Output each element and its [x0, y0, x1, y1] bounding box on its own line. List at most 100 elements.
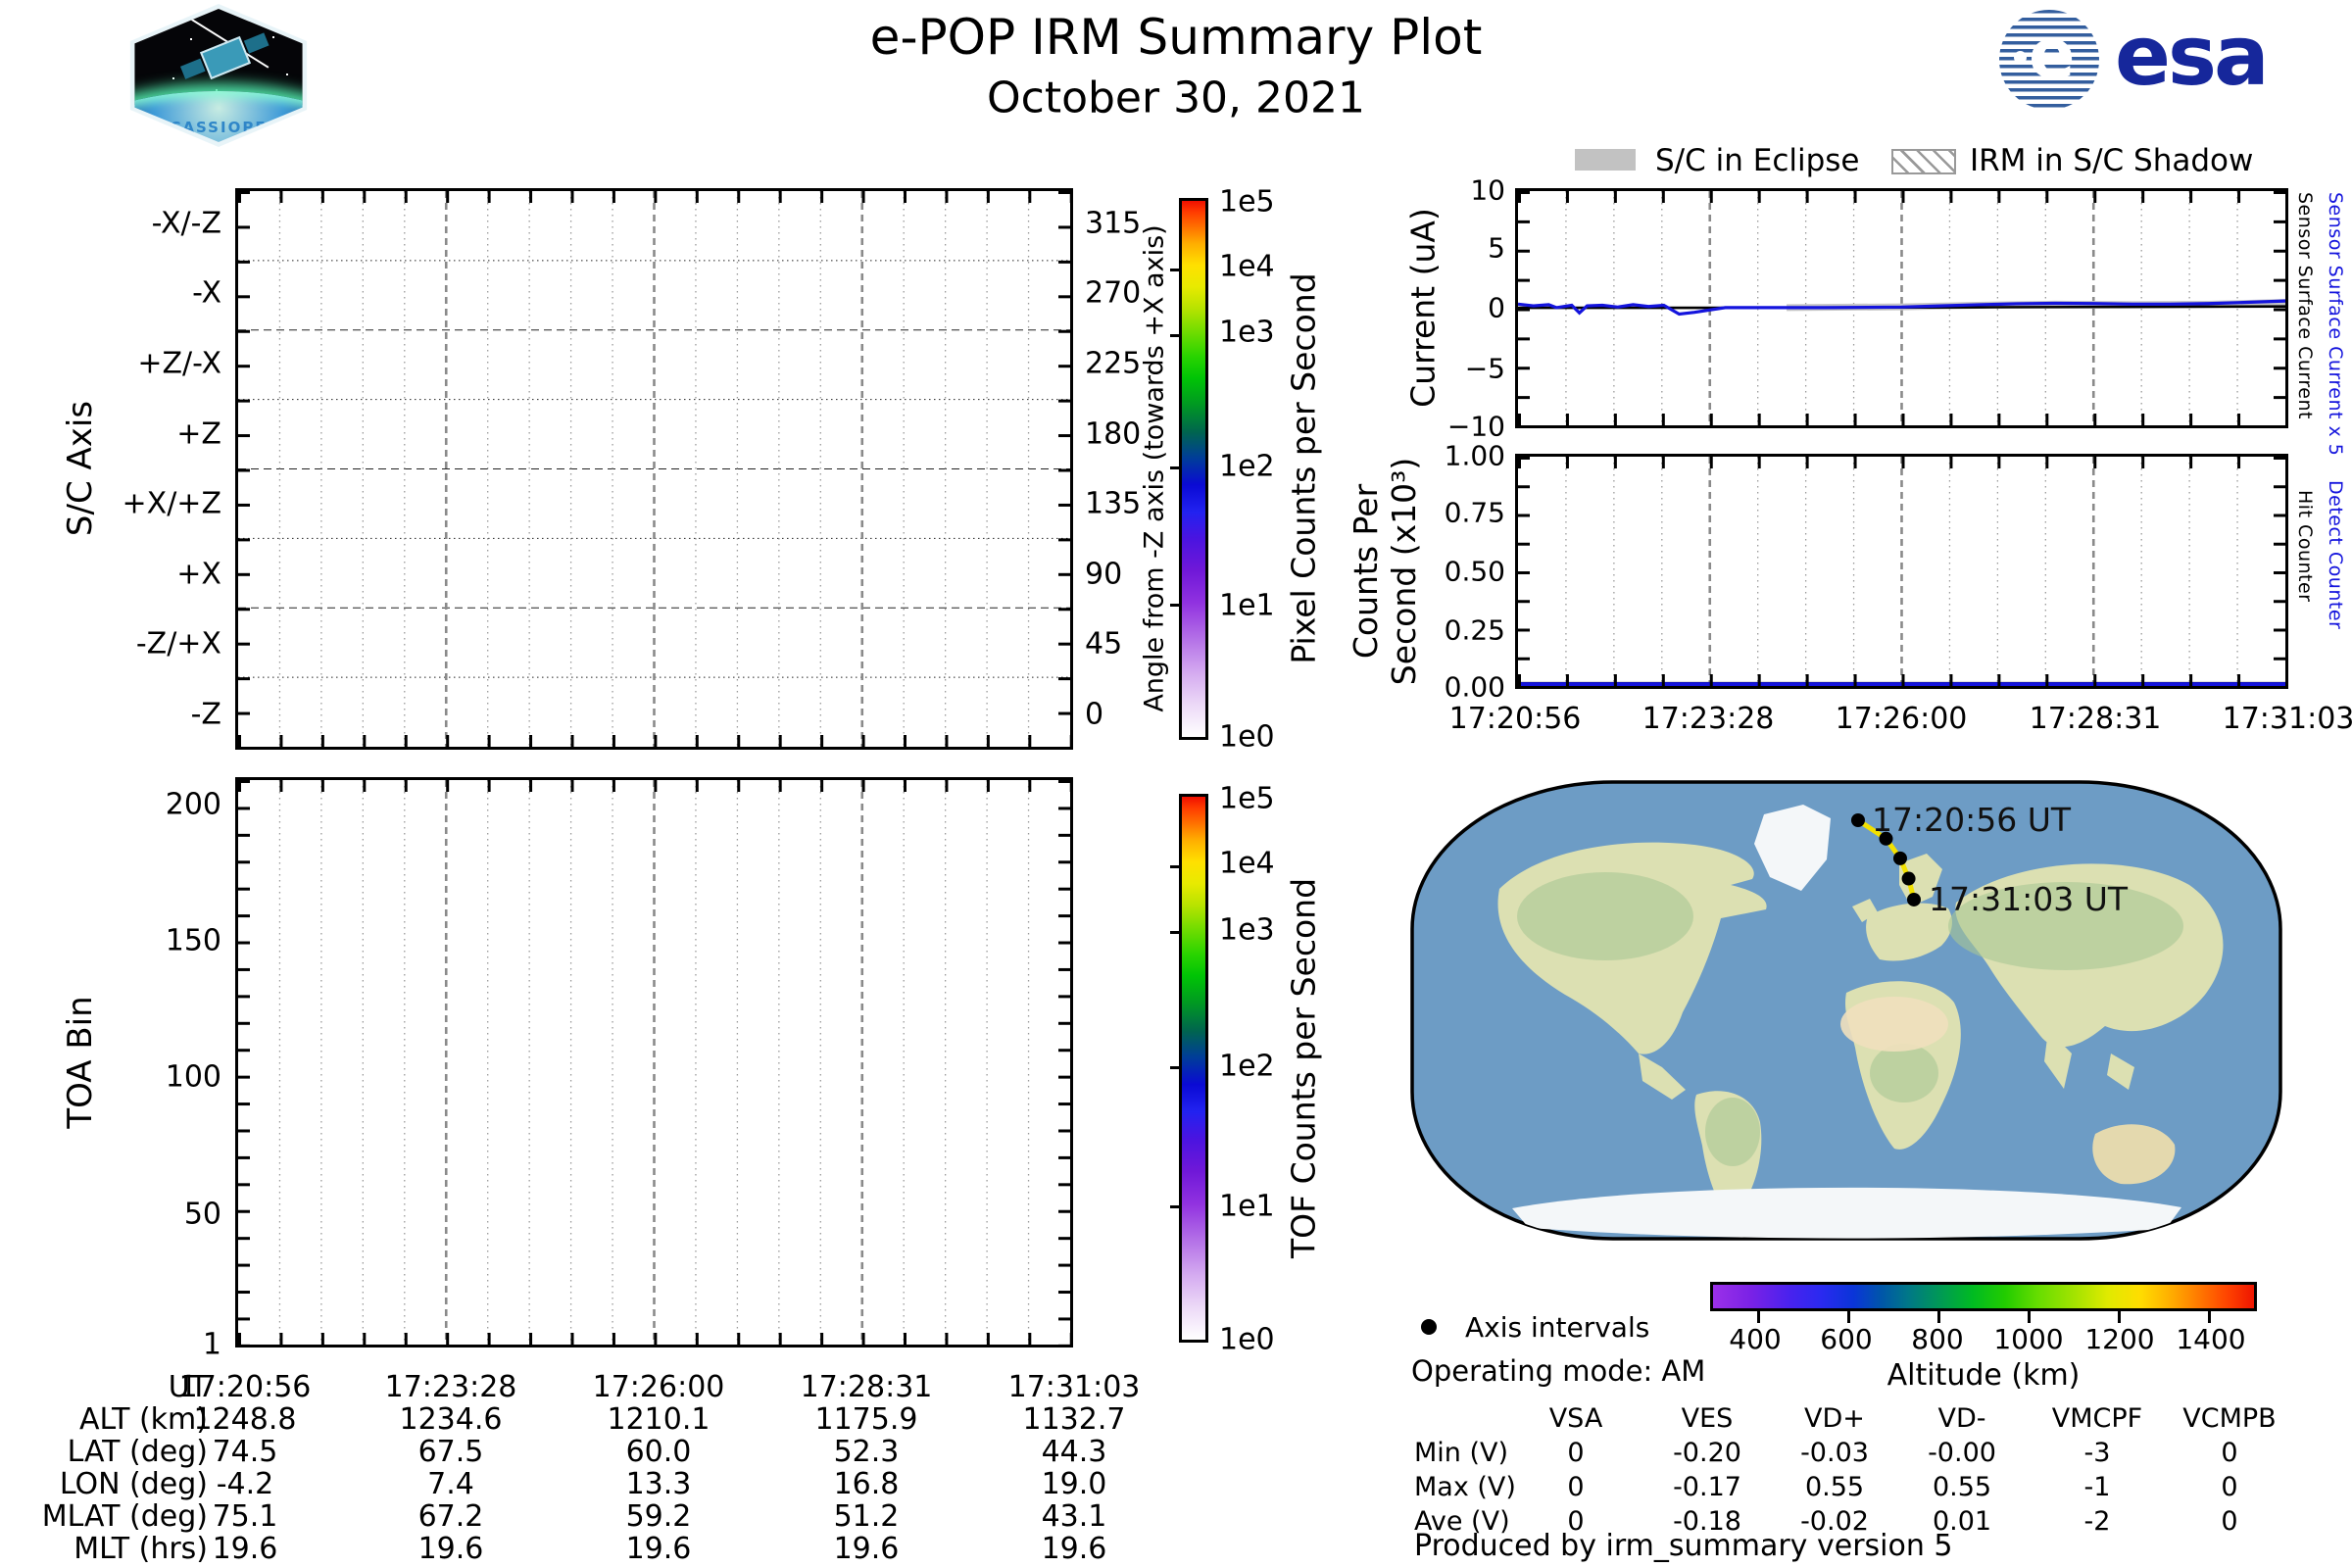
pixel-colorbar-label: Pixel Counts per Second — [1284, 272, 1323, 664]
eph-value: 1132.7 — [1022, 1402, 1126, 1437]
toa-ytick: 100 — [165, 1059, 221, 1095]
tof-cb-tick: 1e2 — [1219, 1049, 1275, 1084]
alt-tick — [2118, 1311, 2121, 1323]
counts-plot — [1518, 457, 2285, 686]
colorbar-tick — [1170, 864, 1182, 868]
current-ytick: 5 — [1488, 231, 1505, 265]
time-xtick: 17:31:03 — [2222, 702, 2352, 736]
voltage-header: VD- — [1937, 1403, 1986, 1434]
eph-row-mlat: MLAT (deg) 75.1 67.2 59.2 51.2 43.1 — [0, 1499, 1186, 1534]
time-xtick: 17:20:56 — [1448, 702, 1582, 736]
toa-ytick: 50 — [183, 1197, 221, 1232]
eph-value: 1234.6 — [399, 1402, 503, 1437]
colorbar-tick — [1170, 1065, 1182, 1069]
colorbar-tick — [1170, 604, 1182, 608]
eph-row-lat: LAT (deg) 74.5 67.5 60.0 52.3 44.3 — [0, 1435, 1186, 1469]
current-top-ticks — [1518, 191, 2285, 203]
toa-bottom-ticks — [238, 1333, 1070, 1345]
alt-tick — [1847, 1311, 1850, 1323]
alt-tick-label: 1000 — [1993, 1323, 2064, 1355]
colorbar-tick — [1170, 268, 1182, 271]
current-right-label-blue: Sensor Surface Current x 5 — [2325, 192, 2346, 457]
toa-ytick: 1 — [202, 1327, 221, 1362]
eph-value: 51.2 — [833, 1499, 900, 1534]
esa-globe-dot — [2014, 51, 2027, 64]
eph-value: 75.1 — [212, 1499, 278, 1534]
track-end-label: 17:31:03 UT — [1929, 880, 2129, 918]
eph-value: 74.5 — [212, 1435, 278, 1469]
alt-tick-label: 600 — [1820, 1323, 1873, 1355]
cassiope-label: CASSIOPE — [170, 119, 268, 136]
stars — [157, 30, 159, 32]
alt-tick-label: 400 — [1729, 1323, 1782, 1355]
current-plot — [1518, 191, 2285, 425]
voltage-value: 0.55 — [1932, 1472, 1992, 1502]
voltage-value: -0.17 — [1673, 1472, 1741, 1502]
angle-tick: 270 — [1085, 275, 1142, 311]
angle-tick: 45 — [1085, 626, 1123, 662]
pixel-cb-tick: 1e3 — [1219, 315, 1275, 350]
current-ytick: −10 — [1446, 410, 1505, 443]
axis-intervals-label: Axis intervals — [1465, 1311, 1650, 1344]
toa-ytick: 200 — [165, 787, 221, 822]
tof-cb-tick: 1e4 — [1219, 846, 1275, 881]
page-date: October 30, 2021 — [986, 73, 1366, 123]
voltage-value: -3 — [2083, 1438, 2111, 1468]
voltage-header: VES — [1681, 1403, 1734, 1434]
pixel-cb-tick: 1e5 — [1219, 184, 1275, 220]
eph-value: 17:20:56 — [178, 1370, 312, 1404]
counts-ylabel-line1: Counts Per — [1347, 483, 1385, 660]
altitude-bar-label: Altitude (km) — [1886, 1358, 2081, 1393]
angle-tick: 315 — [1085, 206, 1142, 241]
counts-left-ticks — [1518, 457, 1530, 686]
voltage-value: 0 — [2221, 1472, 2238, 1502]
angle-tick: 225 — [1085, 346, 1142, 381]
eph-value: 43.1 — [1041, 1499, 1107, 1534]
colorbar-tick — [1170, 931, 1182, 935]
page-title: e-POP IRM Summary Plot — [869, 9, 1483, 66]
voltage-value: 0.55 — [1804, 1472, 1865, 1502]
sc-axis-bottom-ticks — [238, 735, 1070, 747]
tof-cb-tick: 1e1 — [1219, 1189, 1275, 1224]
counts-top-ticks — [1518, 457, 2285, 468]
alt-tick-label: 1200 — [2084, 1323, 2155, 1355]
time-xtick: 17:26:00 — [1835, 702, 1968, 736]
pixel-cb-tick: 1e1 — [1219, 588, 1275, 623]
voltage-value: -1 — [2083, 1472, 2111, 1502]
voltage-value: 0 — [2221, 1506, 2238, 1537]
eph-value: 19.6 — [212, 1532, 278, 1566]
eph-value: 44.3 — [1041, 1435, 1107, 1469]
sc-axis-cat: +Z — [176, 416, 221, 452]
eclipse-legend-label: S/C in Eclipse — [1655, 143, 1860, 178]
voltage-value: 0 — [2221, 1438, 2238, 1468]
voltage-header: VMCPF — [2051, 1403, 2143, 1434]
toa-right-ticks — [1058, 780, 1070, 1345]
colorbar-tick — [1170, 1204, 1182, 1208]
pixel-colorbar — [1170, 198, 1208, 740]
pixel-cb-tick: 1e2 — [1219, 449, 1275, 484]
tof-colorbar-label: TOF Counts per Second — [1284, 877, 1323, 1259]
colorbar-tick — [1170, 333, 1182, 337]
shadow-legend-swatch — [1891, 149, 1956, 174]
current-ytick: 0 — [1488, 291, 1505, 324]
sc-axis-cat: -Z/+X — [135, 626, 221, 662]
voltage-value: 0 — [1567, 1472, 1585, 1502]
altitude-colorbar — [1710, 1282, 2257, 1323]
sc-axis-cat: -X — [192, 275, 221, 311]
toa-grid — [238, 780, 1070, 1345]
toa-panel — [235, 777, 1073, 1348]
current-right-label-black: Sensor Surface Current — [2294, 192, 2316, 419]
eph-value: 19.0 — [1041, 1467, 1107, 1501]
eph-value: 17:26:00 — [592, 1370, 725, 1404]
voltage-value: -0.20 — [1673, 1438, 1741, 1468]
tof-cb-tick: 1e3 — [1219, 912, 1275, 948]
angle-axis-label: Angle from -Z axis (towards +X axis) — [1139, 224, 1170, 712]
eclipse-legend-swatch — [1575, 149, 1636, 171]
toa-top-ticks — [238, 780, 1070, 792]
voltage-header: VSA — [1548, 1403, 1603, 1434]
eph-value: 59.2 — [625, 1499, 692, 1534]
produced-by-label: Produced by irm_summary version 5 — [1414, 1529, 1953, 1563]
eph-value: 16.8 — [833, 1467, 900, 1501]
esa-logo-text: esa — [2115, 8, 2270, 104]
cassiope-patch-art: CASSIOPE — [134, 9, 303, 142]
